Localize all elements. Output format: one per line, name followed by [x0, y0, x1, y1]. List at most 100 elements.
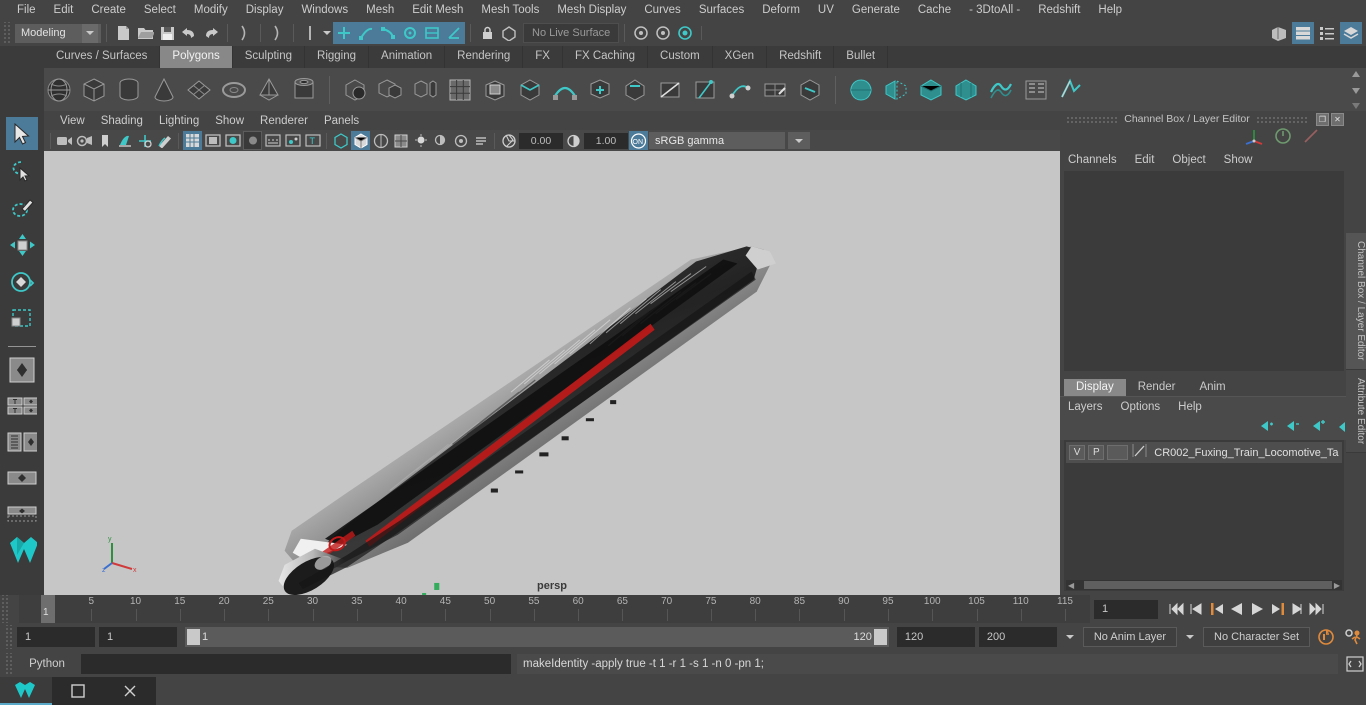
poly-multicut-icon[interactable]: [690, 75, 720, 105]
camera-attributes-icon[interactable]: [75, 131, 94, 150]
move-layer-up-icon[interactable]: [1258, 419, 1274, 438]
range-end-handle[interactable]: [874, 629, 887, 645]
menu-file[interactable]: File: [8, 0, 45, 20]
color-management-selector[interactable]: sRGB gamma: [649, 132, 785, 149]
chevron-down-icon[interactable]: [321, 22, 333, 44]
range-slider-bar[interactable]: 1 120: [185, 627, 889, 647]
screen-space-ao-icon[interactable]: [451, 131, 470, 150]
save-scene-icon[interactable]: [156, 22, 178, 44]
poly-remesh-icon[interactable]: [951, 75, 981, 105]
lock-icon[interactable]: [476, 22, 498, 44]
open-scene-icon[interactable]: [134, 22, 156, 44]
chevron-down-icon[interactable]: [788, 132, 810, 149]
timeline-grip[interactable]: [0, 595, 9, 623]
animation-preferences-icon[interactable]: [1342, 627, 1366, 647]
poly-chamfer-icon[interactable]: [620, 75, 650, 105]
step-back-frame-icon[interactable]: [1208, 599, 1226, 619]
poly-grid-icon[interactable]: [445, 75, 475, 105]
display-layer-list[interactable]: V P CR002_Fuxing_Train_Locomotive_Tail_ …: [1064, 440, 1344, 591]
snap-to-axis-icon[interactable]: [443, 22, 465, 44]
hypershade-persp-layout-icon[interactable]: [7, 463, 37, 493]
channel-box-attribute-list[interactable]: [1064, 171, 1344, 371]
speed-icon[interactable]: [1274, 127, 1292, 150]
scroll-left-icon[interactable]: ◀: [1066, 581, 1076, 590]
command-language-label[interactable]: Python: [19, 658, 75, 670]
layer-tab-display[interactable]: Display: [1064, 379, 1126, 396]
create-empty-layer-icon[interactable]: [1310, 419, 1326, 438]
command-line-grip[interactable]: [4, 653, 13, 675]
time-slider[interactable]: 1 51015202530354045505560657075808590951…: [19, 595, 1090, 623]
poly-reduce-icon[interactable]: [916, 75, 946, 105]
poly-crease-icon[interactable]: [1056, 75, 1086, 105]
poly-quad-draw-icon[interactable]: [760, 75, 790, 105]
wireframe-on-shaded-icon[interactable]: [371, 131, 390, 150]
poly-separate-icon[interactable]: [410, 75, 440, 105]
textured-icon[interactable]: [391, 131, 410, 150]
step-forward-keyframe-icon[interactable]: [1288, 599, 1306, 619]
menu-mesh-display[interactable]: Mesh Display: [548, 0, 635, 20]
script-editor-icon[interactable]: [1344, 654, 1366, 674]
channel-box-menu-channels[interactable]: Channels: [1068, 154, 1127, 166]
layer-tab-anim[interactable]: Anim: [1187, 379, 1237, 396]
poly-combine-icon[interactable]: [375, 75, 405, 105]
show-hide-modeling-toolkit-icon[interactable]: [1268, 22, 1290, 44]
viewport-menu-shading[interactable]: Shading: [93, 115, 151, 127]
layer-tab-render[interactable]: Render: [1126, 379, 1188, 396]
shelf-tab-fx[interactable]: FX: [523, 46, 563, 68]
new-scene-icon[interactable]: [112, 22, 134, 44]
shelf-tab-redshift[interactable]: Redshift: [767, 46, 834, 68]
xray-icon[interactable]: [283, 131, 302, 150]
construction-history-icon[interactable]: [674, 22, 696, 44]
menu-windows[interactable]: Windows: [292, 0, 357, 20]
shelf-tab-rigging[interactable]: Rigging: [305, 46, 369, 68]
chevron-down-icon[interactable]: [1181, 627, 1199, 647]
side-tab-channel-box[interactable]: Channel Box / Layer Editor: [1346, 233, 1366, 370]
menu-generate[interactable]: Generate: [843, 0, 909, 20]
make-live-icon[interactable]: [498, 22, 520, 44]
gate-mask-icon[interactable]: [243, 131, 262, 150]
range-slider-grip[interactable]: [4, 625, 13, 649]
persp-viewport[interactable]: y x z persp: [44, 151, 1060, 595]
viewport-menu-lighting[interactable]: Lighting: [151, 115, 207, 127]
layer-playback-toggle[interactable]: P: [1088, 445, 1104, 460]
close-icon[interactable]: ✕: [1331, 113, 1344, 126]
select-by-component-icon[interactable]: [299, 22, 321, 44]
film-origin-icon[interactable]: [263, 131, 282, 150]
viewport-menu-show[interactable]: Show: [207, 115, 252, 127]
menu-deform[interactable]: Deform: [753, 0, 809, 20]
poly-connect-icon[interactable]: [795, 75, 825, 105]
shelf-tab-polygons[interactable]: Polygons: [160, 46, 232, 68]
poly-plane-icon[interactable]: [184, 75, 214, 105]
live-surface-field[interactable]: No Live Surface: [523, 23, 619, 43]
auto-keyframe-toggle-icon[interactable]: [1314, 627, 1338, 647]
scale-tool[interactable]: [6, 302, 38, 335]
two-panes-layout-icon[interactable]: [7, 391, 37, 421]
menu-cache[interactable]: Cache: [909, 0, 960, 20]
poly-boolean-icon[interactable]: [340, 75, 370, 105]
layer-menu-layers[interactable]: Layers: [1068, 401, 1121, 413]
play-forwards-icon[interactable]: [1248, 599, 1266, 619]
lasso-select-tool[interactable]: [6, 154, 38, 187]
menu-set-selector[interactable]: Modeling: [15, 24, 101, 43]
poly-bridge-icon[interactable]: [550, 75, 580, 105]
gamma-field[interactable]: 1.00: [584, 133, 628, 149]
range-start-handle[interactable]: [187, 629, 200, 645]
grease-pencil-icon[interactable]: [155, 131, 174, 150]
snap-to-curve-icon[interactable]: [355, 22, 377, 44]
output-connections-icon[interactable]: [652, 22, 674, 44]
scroll-right-icon[interactable]: ▶: [1332, 581, 1342, 590]
exposure-field[interactable]: 0.00: [519, 133, 563, 149]
character-set-selector[interactable]: No Character Set: [1203, 627, 1310, 647]
color-management-toggle-icon[interactable]: ON: [629, 131, 648, 150]
shelf-tab-rendering[interactable]: Rendering: [445, 46, 523, 68]
shelf-tab-custom[interactable]: Custom: [648, 46, 713, 68]
menu-create[interactable]: Create: [82, 0, 135, 20]
menu-modify[interactable]: Modify: [185, 0, 237, 20]
poly-append-icon[interactable]: [585, 75, 615, 105]
chevron-down-icon[interactable]: [82, 24, 98, 43]
menu-display[interactable]: Display: [237, 0, 293, 20]
move-tool[interactable]: [6, 228, 38, 261]
anim-layer-selector[interactable]: No Anim Layer: [1083, 627, 1177, 647]
poly-cone-icon[interactable]: [149, 75, 179, 105]
persp-graph-editor-layout-icon[interactable]: [7, 499, 37, 529]
